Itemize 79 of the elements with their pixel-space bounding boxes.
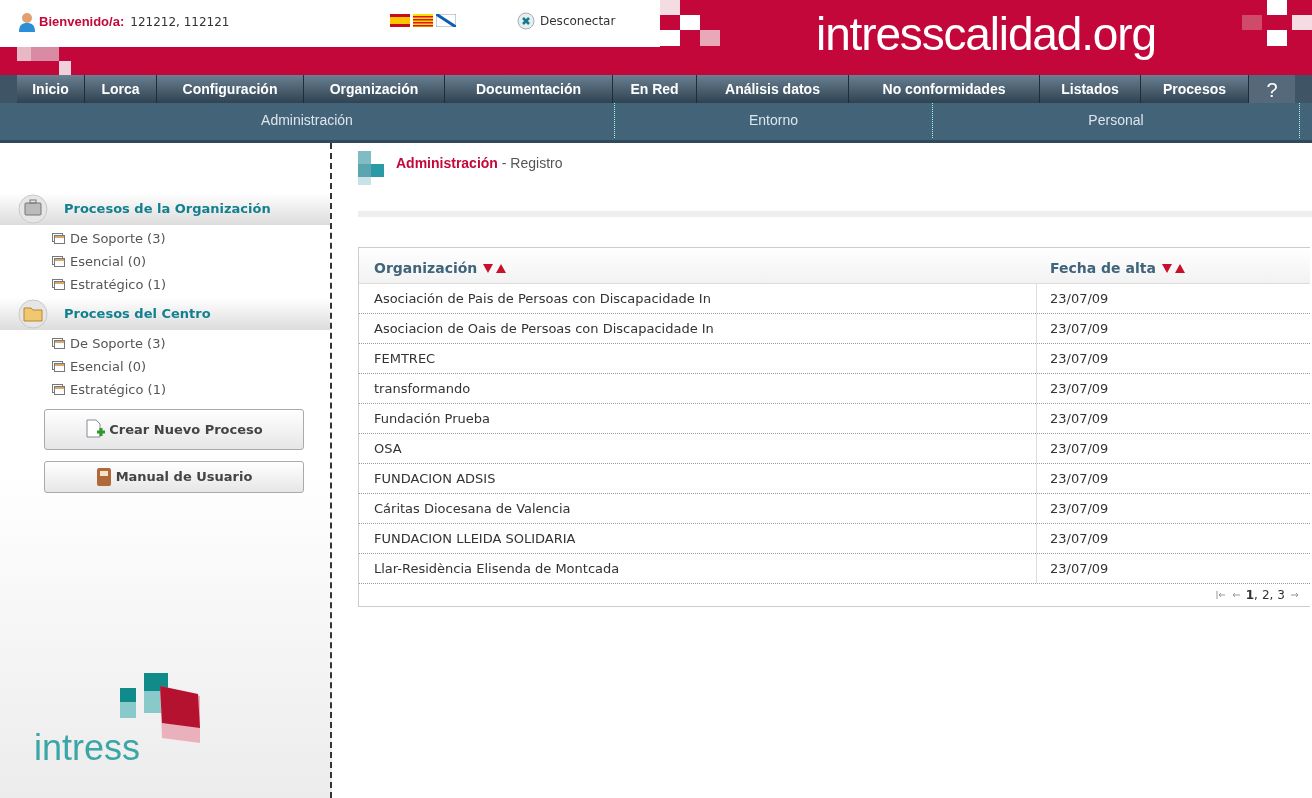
user-name: 121212, 112121	[130, 14, 230, 31]
new-document-icon	[85, 418, 106, 441]
previous-page-icon[interactable]	[1230, 591, 1240, 599]
window-icon	[52, 384, 65, 395]
column-header[interactable]: Organización	[374, 258, 478, 279]
table-cell-text: 23/07/09	[1050, 469, 1109, 488]
table-cell-text: 23/07/09	[1050, 499, 1109, 518]
pixel-pattern-drawing	[1242, 0, 1312, 46]
process-link[interactable]: Estratégico (1)	[70, 379, 166, 400]
table-cell-text: Asociacion de Oais de Persoas con Discapacidade In	[374, 319, 714, 338]
flag-icon[interactable]	[413, 14, 433, 27]
table-cell-text: Llar-Residència Elisenda de Montcada	[374, 559, 620, 578]
column-header[interactable]: Fecha de alta	[1050, 258, 1156, 279]
table-cell-text: 23/07/09	[1050, 559, 1109, 578]
nav-tab[interactable]: No conformidades	[849, 75, 1040, 103]
nav-tab[interactable]: Procesos	[1141, 75, 1249, 103]
process-link[interactable]: De Soporte (3)	[70, 333, 166, 354]
nav-tab[interactable]: Organización	[304, 75, 445, 103]
help-button[interactable]: ?	[1249, 75, 1295, 103]
page-separator: ,	[1254, 587, 1258, 604]
sort-up-icon[interactable]	[496, 264, 507, 273]
window-icon	[52, 279, 65, 290]
process-link[interactable]: Esencial (0)	[70, 356, 147, 377]
process-link[interactable]: Estratégico (1)	[70, 274, 166, 295]
table-cell-text: 23/07/09	[1050, 319, 1109, 338]
table-cell-text: FUNDACION LLEIDA SOLIDARIA	[374, 529, 576, 548]
table-cell-text: OSA	[374, 439, 402, 458]
window-icon	[52, 361, 65, 372]
window-icon	[52, 338, 65, 349]
folder-icon	[18, 299, 48, 329]
table-cell-text: 23/07/09	[1050, 529, 1109, 548]
sort-up-icon[interactable]	[1174, 264, 1185, 273]
notebook-icon	[95, 467, 112, 487]
nav-tab[interactable]: Lorca	[85, 75, 157, 103]
subnav-link[interactable]: Personal	[1088, 110, 1144, 131]
user-icon	[18, 12, 36, 32]
table-cell-text: FUNDACION ADSIS	[374, 469, 496, 488]
breadcrumb-section[interactable]: Administración	[396, 153, 498, 174]
nav-tab[interactable]: Inicio	[17, 75, 85, 103]
company-logo-text: intress	[34, 730, 141, 766]
table-cell-text: transformando	[374, 379, 471, 398]
nav-tab[interactable]: En Red	[613, 75, 697, 103]
flag-icon[interactable]	[436, 14, 456, 27]
flag-icon[interactable]	[390, 14, 410, 27]
manual-button[interactable]: Manual de Usuario	[44, 461, 304, 493]
table-cell-text: Fundación Prueba	[374, 409, 490, 428]
window-icon	[52, 256, 65, 267]
subnav-link[interactable]: Administración	[261, 110, 353, 131]
subnav-link[interactable]: Entorno	[748, 110, 798, 131]
nav-tab[interactable]: Configuración	[157, 75, 304, 103]
page-separator: ,	[1269, 587, 1274, 604]
table-cell-text: 23/07/09	[1050, 439, 1109, 458]
section-mark-icon	[358, 151, 384, 185]
process-link[interactable]: De Soporte (3)	[70, 228, 166, 249]
create-button[interactable]: Crear Nuevo Proceso	[44, 409, 304, 450]
page-link[interactable]: 2	[1261, 586, 1270, 604]
nav-tab[interactable]: Listados	[1040, 75, 1141, 103]
breadcrumb-page: - Registro	[500, 154, 563, 173]
table-cell-text: 23/07/09	[1050, 379, 1109, 398]
close-icon	[517, 12, 535, 30]
nav-tab[interactable]: Documentación	[445, 75, 613, 103]
sort-down-icon[interactable]	[1161, 264, 1172, 273]
table-cell-text: FEMTREC	[374, 349, 436, 368]
nav-tab[interactable]: Análisis datos	[697, 75, 849, 103]
sort-down-icon[interactable]	[483, 264, 494, 273]
briefcase-icon	[18, 194, 48, 224]
table-cell-text: 23/07/09	[1050, 289, 1109, 308]
logout-button[interactable]: Desconectar	[517, 12, 616, 30]
table-cell-text: 23/07/09	[1050, 409, 1109, 428]
next-page-icon[interactable]	[1291, 591, 1300, 599]
window-icon	[52, 233, 65, 244]
pixel-pattern-drawing	[17, 47, 71, 75]
page-link[interactable]: 3	[1277, 586, 1285, 604]
process-link[interactable]: Esencial (0)	[70, 251, 147, 272]
first-page-icon[interactable]	[1215, 591, 1225, 599]
table-cell-text: 23/07/09	[1050, 349, 1109, 368]
welcome-label: Bienvenido/a:	[39, 13, 125, 32]
table-cell-text: Asociación de Pais de Persoas con Discapacidade In	[374, 289, 711, 308]
table-cell-text: Cáritas Diocesana de Valencia	[374, 499, 571, 518]
